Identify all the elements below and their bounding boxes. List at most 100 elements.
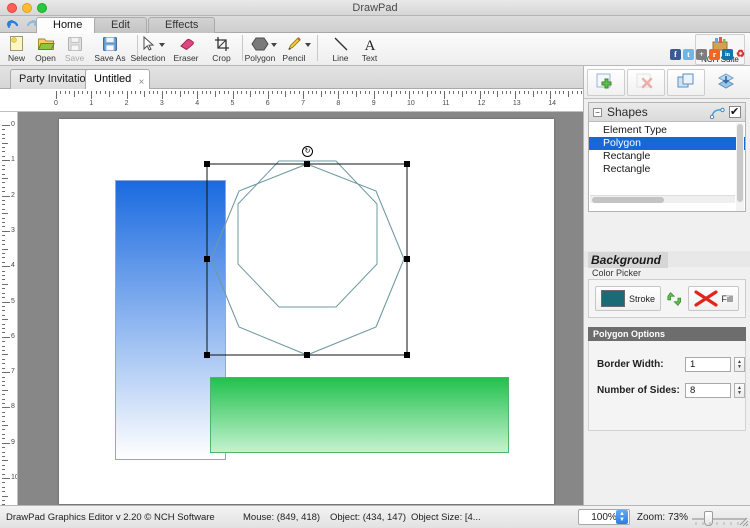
save-button[interactable]: Save <box>60 33 89 66</box>
ruler-minor-tick <box>519 91 520 94</box>
ruler-minor-tick <box>100 91 101 94</box>
ruler-minor-tick <box>2 129 5 130</box>
ruler-minor-tick <box>387 91 388 94</box>
twitter-icon[interactable]: t <box>683 49 694 60</box>
fill-none-icon[interactable] <box>694 290 718 307</box>
octagon-shape[interactable] <box>59 119 554 504</box>
save-as-button[interactable]: Save As <box>89 33 131 66</box>
number-of-sides-input[interactable]: 8 <box>685 383 731 398</box>
ruler-minor-tick <box>2 421 5 422</box>
curve-node-icon[interactable] <box>710 106 726 119</box>
new-button[interactable]: New <box>2 33 31 66</box>
delete-shape-button[interactable] <box>627 69 665 96</box>
undo-arrow-icon[interactable] <box>5 17 20 32</box>
ruler-minor-tick <box>524 91 525 94</box>
selection-handle-nw[interactable] <box>204 161 210 167</box>
ruler-label: 2 <box>125 100 129 107</box>
shapes-list-box: − Shapes Element Type Polygon Rectangle … <box>588 102 746 212</box>
shapes-horizontal-scrollbar[interactable] <box>590 195 735 203</box>
ruler-minor-tick <box>2 209 5 210</box>
border-width-stepper[interactable]: ▲▼ <box>734 357 745 372</box>
horizontal-ruler[interactable]: 0123456789101112131415 <box>0 89 583 112</box>
shapes-section-header[interactable]: − Shapes <box>589 103 745 122</box>
scrollbar-thumb[interactable] <box>592 197 664 203</box>
stroke-color-swatch[interactable] <box>601 290 625 307</box>
color-picker-box: Stroke Fill <box>588 279 746 318</box>
ruler-minor-tick <box>559 91 560 94</box>
merge-shape-button[interactable] <box>707 69 745 96</box>
mouse-coordinates: Mouse: (849, 418) <box>243 512 320 523</box>
ruler-label: 0 <box>11 121 15 128</box>
zoom-stepper[interactable]: ▲▼ <box>616 510 628 524</box>
canvas-workspace[interactable]: ↻ <box>18 112 583 505</box>
swap-arrows-icon[interactable] <box>666 289 682 309</box>
pencil-dropdown-caret-icon[interactable] <box>305 43 311 47</box>
tab-effects[interactable]: Effects <box>148 17 215 33</box>
ruler-label: 6 <box>266 100 270 107</box>
line-tool-button[interactable]: Line <box>326 33 355 66</box>
fill-color-button[interactable]: Fill <box>688 286 740 311</box>
ruler-tick <box>233 91 234 99</box>
google-plus-icon[interactable]: + <box>696 49 707 60</box>
ruler-minor-tick <box>87 91 88 94</box>
number-of-sides-stepper[interactable]: ▲▼ <box>734 383 745 398</box>
ruler-minor-tick <box>2 187 5 188</box>
shape-list-item-rectangle-1[interactable]: Rectangle <box>589 150 745 163</box>
rotate-handle-icon[interactable]: ↻ <box>302 146 313 157</box>
selection-handle-s[interactable] <box>304 352 310 358</box>
duplicate-shape-button[interactable] <box>667 69 705 96</box>
resize-grip-icon[interactable] <box>736 514 750 528</box>
pencil-tool-button[interactable]: Pencil <box>277 33 311 66</box>
text-tool-button[interactable]: A Text <box>355 33 384 66</box>
zoom-level-label: Zoom: 73% <box>637 512 688 523</box>
doc-tab-untitled[interactable]: Untitled × <box>85 69 150 89</box>
shapes-visible-checkbox[interactable] <box>729 106 741 118</box>
selection-handle-se[interactable] <box>404 352 410 358</box>
add-shape-button[interactable] <box>587 69 625 96</box>
selection-handle-sw[interactable] <box>204 352 210 358</box>
ruler-minor-tick <box>308 91 309 94</box>
shape-list-item-rectangle-2[interactable]: Rectangle <box>589 163 745 176</box>
ruler-minor-tick <box>2 156 5 157</box>
polygon-label: Polygon <box>245 53 276 63</box>
ruler-minor-tick <box>135 91 136 94</box>
share-icon[interactable]: ♻ <box>735 49 746 60</box>
collapse-toggle[interactable]: − <box>593 108 602 117</box>
ruler-minor-tick <box>378 91 379 94</box>
ruler-minor-tick <box>2 174 5 175</box>
vertical-ruler[interactable]: 012345678910 <box>0 112 18 505</box>
facebook-icon[interactable]: f <box>670 49 681 60</box>
ruler-minor-tick <box>2 474 5 475</box>
linkedin-icon[interactable]: in <box>722 49 733 60</box>
selection-handle-n[interactable] <box>304 161 310 167</box>
reddit-icon[interactable]: r <box>709 49 720 60</box>
eraser-tool-button[interactable]: Eraser <box>165 33 207 66</box>
ruler-minor-tick <box>493 91 494 94</box>
document-page[interactable]: ↻ <box>59 119 554 504</box>
shape-list-item-polygon[interactable]: Polygon <box>589 137 745 150</box>
border-width-input[interactable]: 1 <box>685 357 731 372</box>
ruler-minor-tick <box>2 412 5 413</box>
ruler-minor-tick <box>352 91 353 94</box>
stroke-color-button[interactable]: Stroke <box>595 286 661 311</box>
selection-handle-w[interactable] <box>204 256 210 262</box>
tab-edit[interactable]: Edit <box>94 17 147 33</box>
crop-tool-button[interactable]: Crop <box>207 33 236 66</box>
object-size: Object Size: [4... <box>411 512 481 523</box>
scrollbar-thumb[interactable] <box>737 124 743 202</box>
selection-handle-ne[interactable] <box>404 161 410 167</box>
ruler-minor-tick <box>224 91 225 94</box>
ruler-minor-tick <box>2 293 5 294</box>
ruler-minor-tick <box>188 91 189 94</box>
selection-handle-e[interactable] <box>404 256 410 262</box>
open-button[interactable]: Open <box>31 33 60 66</box>
tab-home[interactable]: Home <box>36 17 99 33</box>
ruler-minor-tick <box>2 447 5 448</box>
polygon-tool-button[interactable]: Polygon <box>243 33 277 66</box>
selection-tool-button[interactable]: Selection <box>131 33 165 66</box>
shapes-vertical-scrollbar[interactable] <box>736 123 744 211</box>
ruler-tick <box>162 91 163 99</box>
ruler-minor-tick <box>2 218 5 219</box>
duplicate-layers-icon <box>676 73 696 91</box>
ruler-label: 12 <box>478 100 486 107</box>
